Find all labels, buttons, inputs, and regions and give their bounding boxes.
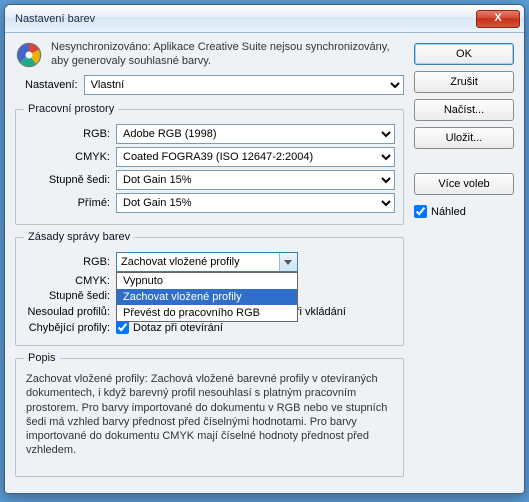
- color-policies-legend: Zásady správy barev: [24, 231, 134, 243]
- missing-label: Chybějící profily:: [24, 322, 110, 334]
- policy-rgb-value: Zachovat vložené profily: [121, 256, 240, 268]
- ws-cmyk-label: CMYK:: [24, 151, 110, 163]
- description-group: Popis Zachovat vložené profily: Zachová …: [15, 352, 404, 477]
- working-spaces-group: Pracovní prostory RGB: Adobe RGB (1998) …: [15, 103, 404, 225]
- settings-preset-row: Nastavení: Vlastní: [25, 75, 404, 95]
- settings-label: Nastavení:: [25, 79, 78, 91]
- policy-gray-label: Stupně šedi:: [24, 290, 110, 302]
- policy-rgb-option[interactable]: Vypnuto: [117, 273, 297, 289]
- titlebar[interactable]: Nastavení barev X: [5, 5, 524, 33]
- preview-label: Náhled: [431, 206, 466, 218]
- settings-select[interactable]: Vlastní: [84, 75, 404, 95]
- ws-rgb-label: RGB:: [24, 128, 110, 140]
- policy-rgb-option[interactable]: Zachovat vložené profily: [117, 289, 297, 305]
- ws-gray-select[interactable]: Dot Gain 15%: [116, 170, 395, 190]
- preview-row[interactable]: Náhled: [414, 205, 514, 218]
- sync-warning-icon: [15, 41, 43, 69]
- ws-gray-label: Stupně šedi:: [24, 174, 110, 186]
- save-button[interactable]: Uložit...: [414, 127, 514, 149]
- policy-rgb-option[interactable]: Převést do pracovního RGB: [117, 305, 297, 321]
- policy-rgb-select[interactable]: Zachovat vložené profily Vypnuto Zachova…: [116, 252, 298, 272]
- ws-spot-label: Přímé:: [24, 197, 110, 209]
- sync-status-text: Nesynchronizováno: Aplikace Creative Sui…: [51, 41, 404, 69]
- description-legend: Popis: [24, 352, 60, 364]
- missing-ask-open-label: Dotaz při otevírání: [133, 322, 223, 334]
- working-spaces-legend: Pracovní prostory: [24, 103, 118, 115]
- description-text: Zachovat vložené profily: Zachová vložen…: [24, 370, 395, 468]
- ok-button[interactable]: OK: [414, 43, 514, 65]
- color-policies-group: Zásady správy barev RGB: Zachovat vložen…: [15, 231, 404, 346]
- policy-cmyk-label: CMYK:: [24, 275, 110, 287]
- policy-rgb-label: RGB:: [24, 256, 110, 268]
- ws-rgb-select[interactable]: Adobe RGB (1998): [116, 124, 395, 144]
- load-button[interactable]: Načíst...: [414, 99, 514, 121]
- preview-checkbox[interactable]: [414, 205, 427, 218]
- close-icon: X: [494, 13, 501, 24]
- close-button[interactable]: X: [476, 10, 520, 28]
- more-options-button[interactable]: Více voleb: [414, 173, 514, 195]
- missing-ask-open-checkbox[interactable]: [116, 321, 129, 334]
- color-settings-dialog: Nastavení barev X Nesynchronizováno: Apl…: [4, 4, 525, 494]
- missing-ask-open-row[interactable]: Dotaz při otevírání: [116, 321, 223, 334]
- sync-status-row: Nesynchronizováno: Aplikace Creative Sui…: [15, 41, 404, 69]
- policy-rgb-dropdown-list: Vypnuto Zachovat vložené profily Převést…: [116, 272, 298, 322]
- cancel-button[interactable]: Zrušit: [414, 71, 514, 93]
- ws-spot-select[interactable]: Dot Gain 15%: [116, 193, 395, 213]
- chevron-down-icon: [284, 260, 292, 265]
- mismatch-label: Nesoulad profilů:: [24, 306, 110, 318]
- window-title: Nastavení barev: [15, 13, 95, 25]
- ws-cmyk-select[interactable]: Coated FOGRA39 (ISO 12647-2:2004): [116, 147, 395, 167]
